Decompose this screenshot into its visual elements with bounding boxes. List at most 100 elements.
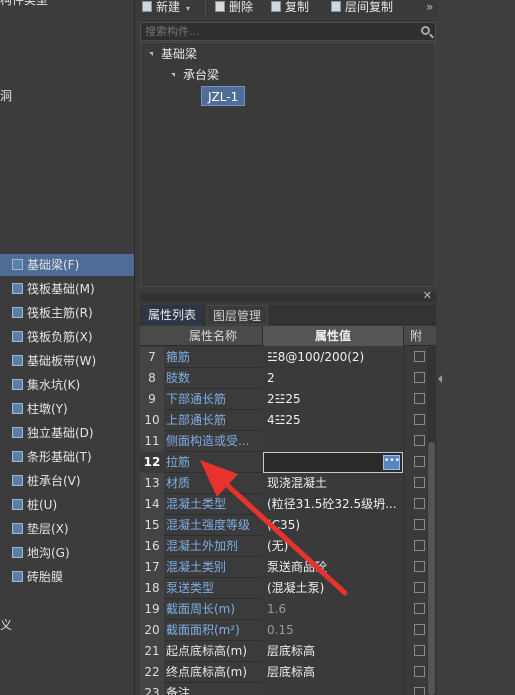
attach-checkbox[interactable] xyxy=(414,414,425,425)
column-header-extra[interactable]: 附 xyxy=(410,326,430,346)
collapse-panel-icon[interactable] xyxy=(438,375,442,383)
attach-checkbox[interactable] xyxy=(414,393,425,404)
nav-item[interactable]: 基础板带(W) xyxy=(0,350,134,372)
property-value[interactable]: 层底标高 xyxy=(263,662,403,683)
property-row[interactable]: 18 泵送类型 (混凝土泵) xyxy=(140,578,426,599)
property-row[interactable]: 9 下部通长筋 2☳25 xyxy=(140,389,426,410)
attach-checkbox[interactable] xyxy=(414,687,425,695)
property-row[interactable]: 10 上部通长筋 4☳25 xyxy=(140,410,426,431)
floor-copy-button[interactable]: 层间复制 xyxy=(331,0,393,16)
nav-item[interactable]: 柱墩(Y) xyxy=(0,398,134,420)
property-value[interactable]: (无) xyxy=(263,536,403,557)
property-grid-scrollbar[interactable] xyxy=(427,347,436,695)
close-icon[interactable]: ✕ xyxy=(423,290,432,302)
column-header-name[interactable]: 属性名称 xyxy=(164,326,262,346)
nav-item[interactable]: 梯 xyxy=(0,157,123,179)
property-value[interactable]: 0.15 xyxy=(263,620,403,641)
property-value[interactable] xyxy=(263,683,403,695)
nav-item[interactable]: 独立基础(D) xyxy=(0,422,134,444)
scrollbar-thumb[interactable] xyxy=(428,442,435,695)
expand-arrow-icon[interactable] xyxy=(149,52,153,56)
property-row[interactable]: 16 混凝土外加剂 (无) xyxy=(140,536,426,557)
attach-checkbox[interactable] xyxy=(414,456,425,467)
property-row[interactable]: 12 拉筋 ••• xyxy=(140,452,426,473)
property-value[interactable]: 2 xyxy=(263,368,403,389)
nav-item[interactable]: 桩(U) xyxy=(0,494,134,516)
attach-checkbox[interactable] xyxy=(414,477,425,488)
expand-arrow-icon[interactable] xyxy=(171,73,175,77)
attach-checkbox[interactable] xyxy=(414,351,425,362)
attach-checkbox[interactable] xyxy=(414,372,425,383)
property-row[interactable]: 17 混凝土类别 泵送商品砼 xyxy=(140,557,426,578)
nav-item[interactable]: 集水坑(K) xyxy=(0,374,134,396)
nav-item[interactable]: 定义 xyxy=(0,614,123,636)
toolbar-overflow-button[interactable]: » xyxy=(426,0,433,16)
attach-checkbox[interactable] xyxy=(414,498,425,509)
property-value[interactable]: (粒径31.5砼32.5级坍... xyxy=(263,494,403,515)
property-row[interactable]: 15 混凝土强度等级 (C35) xyxy=(140,515,426,536)
attach-checkbox[interactable] xyxy=(414,540,425,551)
nav-item[interactable] xyxy=(0,133,123,155)
property-value[interactable]: 1.6 xyxy=(263,599,403,620)
property-value[interactable]: (C35) xyxy=(263,515,403,536)
nav-item[interactable]: 修 xyxy=(0,181,123,203)
nav-item[interactable]: 它 xyxy=(0,590,123,612)
nav-item[interactable] xyxy=(0,37,123,59)
property-row[interactable]: 23 备注 xyxy=(140,683,426,695)
attach-checkbox[interactable] xyxy=(414,645,425,656)
nav-item[interactable] xyxy=(0,109,123,131)
property-row[interactable]: 19 截面周长(m) 1.6 xyxy=(140,599,426,620)
nav-item[interactable]: 桩承台(V) xyxy=(0,470,134,492)
tree-leaf-jzl-1[interactable]: JZL-1 xyxy=(201,86,246,106)
new-dropdown-icon[interactable]: ▾ xyxy=(186,4,190,13)
attach-checkbox[interactable] xyxy=(414,519,425,530)
nav-item[interactable]: 条形基础(T) xyxy=(0,446,134,468)
search-input[interactable] xyxy=(141,23,435,40)
property-value[interactable] xyxy=(263,431,403,452)
nav-item[interactable]: 方 xyxy=(0,205,123,227)
nav-item[interactable]: 垫层(X) xyxy=(0,518,134,540)
tree-node-cap-beam[interactable]: 承台梁 xyxy=(171,66,219,84)
copy-button[interactable]: 复制 xyxy=(271,0,309,16)
property-row[interactable]: 14 混凝土类型 (粒径31.5砼32.5级坍... xyxy=(140,494,426,515)
nav-item[interactable]: 地沟(G) xyxy=(0,542,134,564)
attach-checkbox[interactable] xyxy=(414,666,425,677)
property-row[interactable]: 21 起点底标高(m) 层底标高 xyxy=(140,641,426,662)
property-value[interactable]: 泵送商品砼 xyxy=(263,557,403,578)
tab-layer-management[interactable]: 图层管理 xyxy=(206,305,269,325)
property-row[interactable]: 20 截面面积(m²) 0.15 xyxy=(140,620,426,641)
tab-property-list[interactable]: 属性列表 xyxy=(142,305,203,325)
property-value[interactable]: 现浇混凝土 xyxy=(263,473,403,494)
tree-node-foundation-beam[interactable]: 基础梁 xyxy=(149,45,197,63)
property-value[interactable]: 2☳25 xyxy=(263,389,403,410)
attach-checkbox[interactable] xyxy=(414,561,425,572)
attach-checkbox[interactable] xyxy=(414,603,425,614)
property-value[interactable]: 4☳25 xyxy=(263,410,403,431)
attach-checkbox[interactable] xyxy=(414,435,425,446)
nav-item[interactable] xyxy=(0,61,123,83)
nav-item[interactable]: 筏板基础(M) xyxy=(0,278,134,300)
property-row[interactable]: 11 侧面构造或受... xyxy=(140,431,426,452)
property-value[interactable]: ☳8@100/200(2) xyxy=(263,347,403,368)
new-button[interactable]: 新建 ▾ xyxy=(142,0,190,16)
nav-item[interactable]: 用构件类型 xyxy=(0,0,123,11)
property-row[interactable]: 8 肢数 2 xyxy=(140,368,426,389)
attach-checkbox[interactable] xyxy=(414,624,425,635)
property-row[interactable]: 22 终点底标高(m) 层底标高 xyxy=(140,662,426,683)
nav-item[interactable]: 线 xyxy=(0,13,123,35)
nav-item[interactable]: 砖胎膜 xyxy=(0,566,134,588)
column-header-value[interactable]: 属性值 xyxy=(263,326,403,346)
property-value-editor[interactable]: ••• xyxy=(263,452,403,473)
property-row[interactable]: 7 箍筋 ☳8@100/200(2) xyxy=(140,347,426,368)
search-icon[interactable] xyxy=(421,26,430,35)
nav-item[interactable]: 础 xyxy=(0,229,123,251)
nav-item[interactable]: 筏板主筋(R) xyxy=(0,302,134,324)
attach-checkbox[interactable] xyxy=(414,582,425,593)
nav-item[interactable]: 筏板负筋(X) xyxy=(0,326,134,348)
property-value[interactable]: (混凝土泵) xyxy=(263,578,403,599)
nav-item[interactable]: 基础梁(F) xyxy=(0,254,134,276)
property-row[interactable]: 13 材质 现浇混凝土 xyxy=(140,473,426,494)
ellipsis-button[interactable]: ••• xyxy=(383,455,400,470)
delete-button[interactable]: 删除 xyxy=(215,0,253,16)
property-value[interactable]: 层底标高 xyxy=(263,641,403,662)
